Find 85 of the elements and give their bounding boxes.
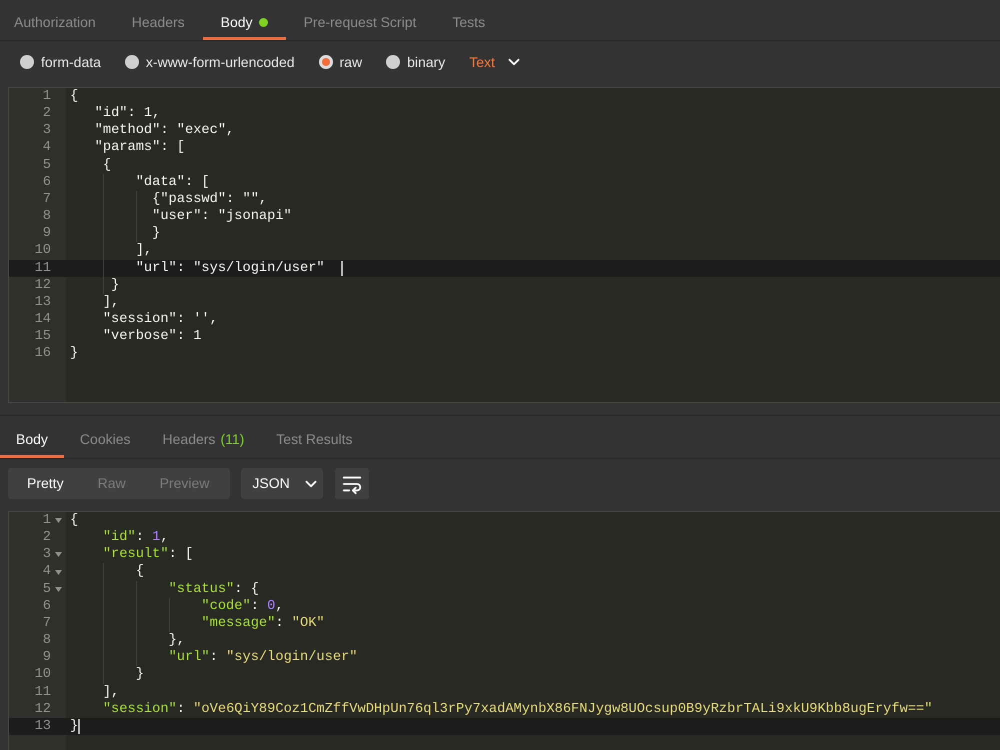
radio-icon[interactable] bbox=[318, 55, 333, 69]
code-line: "status": { bbox=[168, 580, 259, 598]
code-line: ], bbox=[136, 242, 152, 260]
radio-icon[interactable] bbox=[124, 55, 139, 69]
line-number: 1 bbox=[42, 512, 51, 530]
code-line: { bbox=[70, 512, 78, 530]
tab[interactable]: Authorization bbox=[0, 0, 114, 40]
code-line: "verbose": 1 bbox=[102, 328, 202, 346]
line-number: 1 bbox=[42, 88, 51, 106]
code-line: "method": "exec", bbox=[94, 122, 234, 140]
line-number: 4 bbox=[42, 563, 51, 581]
line-number: 5 bbox=[42, 156, 51, 174]
code-line: { bbox=[136, 563, 144, 581]
line-number: 11 bbox=[34, 684, 51, 701]
line-number: 11 bbox=[34, 260, 51, 277]
tab[interactable]: Pre-request Script bbox=[286, 0, 434, 40]
code-line: "session": "oVe6QiY89Coz1CmZffVwDHpUn76ql3rPy7xadAMynbX86FNJygw8UOcsup0B9yRzbrTALi9xkU9Kbb8ugEryfw==" bbox=[102, 700, 932, 718]
line-number: 10 bbox=[34, 666, 51, 684]
radio-option[interactable]: raw bbox=[318, 52, 362, 72]
code-line: } bbox=[70, 345, 78, 363]
line-number: 3 bbox=[42, 122, 51, 140]
line-number: 7 bbox=[42, 190, 51, 208]
tab[interactable]: Cookies bbox=[64, 416, 147, 458]
radio-option[interactable]: form-data bbox=[20, 52, 101, 72]
code-line: "url": "sys/login/user" bbox=[168, 649, 358, 666]
code-line: ], bbox=[102, 684, 120, 701]
line-number: 9 bbox=[42, 649, 51, 666]
code-line: } bbox=[136, 666, 144, 684]
code-line: "message": "OK" bbox=[201, 614, 325, 632]
tab[interactable]: Body bbox=[202, 0, 286, 40]
radio-icon[interactable] bbox=[20, 55, 34, 69]
code-line: "code": 0, bbox=[201, 598, 284, 615]
line-number: 8 bbox=[42, 632, 51, 650]
radio-option[interactable]: x-www-form-urlencoded bbox=[124, 52, 295, 72]
line-number: 8 bbox=[42, 208, 51, 226]
line-number: 10 bbox=[34, 242, 51, 260]
code-editor[interactable]: 1 { 2 "id": 1, 3 "method": "exec", 4 "params": [ 5 { 6 "data": [ 7 {"passwd": "", 8 "user": "jsonapi" 9 } 10 ], 11 "url": "sys/login/user" 12 } 13 ], 14 "session": '', 15 "verbose": 1 16 } bbox=[8, 87, 1000, 403]
tab[interactable]: Tests bbox=[434, 0, 504, 40]
line-number: 12 bbox=[34, 700, 51, 718]
fold-caret-icon[interactable] bbox=[55, 570, 62, 575]
tab[interactable]: Headers bbox=[114, 0, 203, 40]
code-line: "url": "sys/login/user" bbox=[136, 260, 325, 277]
line-number: 6 bbox=[42, 598, 51, 615]
line-number: 12 bbox=[34, 276, 51, 294]
code-line: "id": 1, bbox=[94, 105, 160, 122]
line-number: 15 bbox=[34, 328, 51, 346]
format-dropdown[interactable]: JSON bbox=[241, 468, 324, 499]
radio-option[interactable]: binary bbox=[386, 52, 446, 72]
wrap-lines-button[interactable] bbox=[335, 468, 370, 499]
line-number: 5 bbox=[42, 580, 51, 598]
code-line: "params": [ bbox=[94, 139, 185, 157]
view-mode-tab[interactable]: Pretty bbox=[10, 468, 81, 499]
code-line: "session": '', bbox=[102, 311, 218, 328]
format-dropdown[interactable]: Text bbox=[469, 52, 523, 72]
code-line: }, bbox=[168, 632, 185, 650]
header-count: (11) bbox=[220, 430, 244, 449]
line-number: 4 bbox=[42, 139, 51, 157]
tab[interactable]: Headers (11) bbox=[146, 416, 260, 458]
code-line: ], bbox=[102, 294, 120, 312]
code-line: "user": "jsonapi" bbox=[152, 208, 292, 226]
code-line: } bbox=[152, 225, 160, 242]
fold-caret-icon[interactable] bbox=[55, 586, 62, 592]
line-number: 14 bbox=[34, 311, 51, 328]
tab[interactable]: Test Results bbox=[260, 416, 369, 458]
fold-caret-icon[interactable] bbox=[55, 552, 62, 558]
code-line: {"passwd": "", bbox=[152, 190, 268, 208]
code-line: } bbox=[70, 718, 78, 736]
code-line: { bbox=[102, 156, 112, 174]
code-line: "result": [ bbox=[102, 546, 194, 564]
line-number: 6 bbox=[42, 174, 51, 191]
line-number: 9 bbox=[42, 225, 51, 242]
line-number: 7 bbox=[42, 614, 51, 632]
tab[interactable]: Body bbox=[0, 416, 64, 458]
code-line: { bbox=[70, 88, 78, 106]
line-number: 2 bbox=[42, 105, 51, 122]
code-line: } bbox=[111, 276, 120, 294]
line-number: 13 bbox=[34, 294, 51, 312]
line-number: 16 bbox=[34, 345, 51, 363]
code-line: "data": [ bbox=[136, 174, 210, 191]
line-number: 13 bbox=[34, 718, 51, 736]
line-number: 2 bbox=[42, 529, 51, 546]
line-number: 3 bbox=[42, 546, 51, 564]
fold-caret-icon[interactable] bbox=[55, 518, 62, 524]
radio-icon[interactable] bbox=[386, 55, 400, 69]
code-line: "id": 1, bbox=[102, 529, 169, 546]
